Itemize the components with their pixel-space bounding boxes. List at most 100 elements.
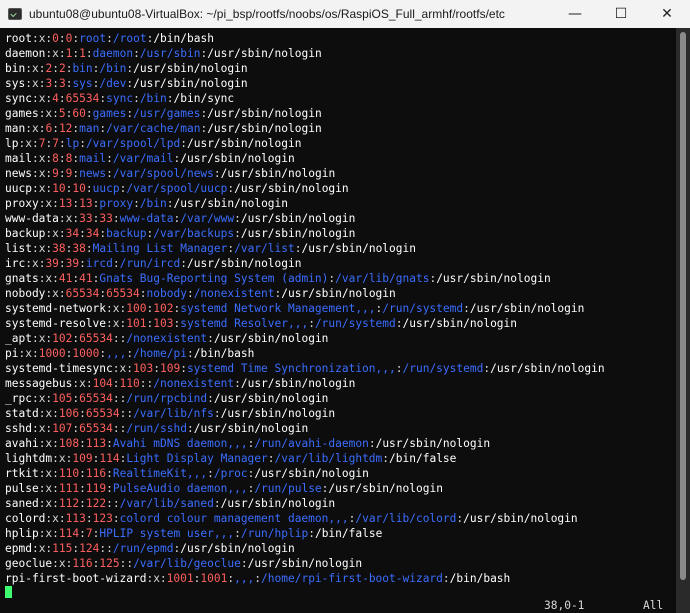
terminal-content[interactable]: root:x:0:0:root:/root:/bin/bash daemon:x:… — [0, 28, 676, 599]
uid-field: 106 — [58, 407, 80, 420]
shell-field: /bin/bash — [449, 572, 511, 585]
username-field: irc — [5, 257, 26, 270]
field-separator: : — [85, 182, 93, 195]
passwd-line: proxy:x:13:13:proxy:/bin:/usr/sbin/nolog… — [5, 196, 676, 211]
gid-field: 2 — [58, 62, 66, 75]
gecos-field: Avahi mDNS daemon,,, — [112, 437, 248, 450]
shell-field: /usr/sbin/nologin — [207, 122, 322, 135]
uid-field: 114 — [58, 527, 80, 540]
field-separator: :x: — [106, 317, 127, 330]
gid-field: 39 — [65, 257, 80, 270]
passwd-line: sshd:x:107:65534::/run/sshd:/usr/sbin/no… — [5, 421, 676, 436]
shell-field: /usr/sbin/nologin — [220, 407, 336, 420]
uid-field: 4 — [52, 92, 59, 105]
gid-field: 65534 — [106, 287, 140, 300]
field-separator: : — [133, 47, 140, 60]
shell-field: /usr/sbin/nologin — [234, 182, 349, 195]
passwd-line: list:x:38:38:Mailing List Manager:/var/l… — [5, 241, 676, 256]
field-separator: : — [395, 317, 403, 330]
shell-field: /usr/sbin/nologin — [133, 77, 248, 90]
shell-field: /usr/sbin/nologin — [402, 317, 518, 330]
shell-field: /usr/sbin/nologin — [133, 62, 248, 75]
gecos-field: PulseAudio daemon,,, — [112, 482, 248, 495]
gid-field: 113 — [85, 437, 107, 450]
gid-field: 124 — [79, 542, 100, 555]
shell-field: /usr/sbin/nologin — [180, 542, 295, 555]
field-separator: : — [112, 512, 120, 525]
username-field: systemd-network — [5, 302, 107, 315]
gid-field: 110 — [119, 377, 140, 390]
shell-field: /usr/sbin/nologin — [490, 362, 605, 375]
home-field: /var/lib/lightdm — [274, 452, 383, 465]
username-field: games — [5, 107, 39, 120]
home-field: /var/lib/geoclue — [133, 557, 241, 570]
passwd-line: news:x:9:9:news:/var/spool/news:/usr/sbi… — [5, 166, 676, 181]
field-separator: :x: — [38, 482, 59, 495]
home-field: /var/www — [180, 212, 235, 225]
gid-field: 13 — [79, 197, 93, 210]
uid-field: 41 — [58, 272, 73, 285]
field-separator: : — [186, 287, 194, 300]
field-separator: : — [112, 332, 120, 345]
shell-field: /usr/sbin/nologin — [213, 332, 329, 345]
uid-field: 13 — [58, 197, 73, 210]
gecos-field: systemd Network Management,,, — [180, 302, 376, 315]
username-field: gnats — [5, 272, 39, 285]
gid-field: 7 — [52, 137, 59, 150]
gecos-field: colord colour management daemon,,, — [119, 512, 349, 525]
shell-field: /usr/sbin/nologin — [220, 497, 336, 510]
shell-field: /bin/sync — [173, 92, 235, 105]
home-field: /bin — [99, 62, 127, 75]
close-button[interactable]: ✕ — [644, 0, 690, 28]
field-separator: :x: — [38, 107, 59, 120]
field-separator: :x: — [38, 407, 59, 420]
shell-field: /usr/sbin/nologin — [240, 212, 356, 225]
gecos-field: sys — [72, 77, 93, 90]
field-separator: : — [267, 452, 275, 465]
username-field: rpi-first-boot-wizard — [5, 572, 147, 585]
minimize-button[interactable]: — — [552, 0, 598, 28]
gecos-field: daemon — [92, 47, 134, 60]
home-field: /var/lib/gnats — [335, 272, 430, 285]
gid-field: 12 — [58, 122, 73, 135]
home-field: /root — [112, 32, 147, 45]
field-separator: : — [166, 92, 174, 105]
uid-field: 115 — [52, 542, 73, 555]
username-field: hplip — [5, 527, 39, 540]
gid-field: 102 — [153, 302, 174, 315]
passwd-line: lightdm:x:109:114:Light Display Manager:… — [5, 451, 676, 466]
field-separator: : — [463, 302, 470, 315]
shell-field: /usr/sbin/nologin — [469, 302, 585, 315]
home-field: /var/spool/news — [112, 167, 214, 180]
field-separator: : — [234, 227, 241, 240]
home-field: /dev — [99, 77, 127, 90]
passwd-line: www-data:x:33:33:www-data:/var/www:/usr/… — [5, 211, 676, 226]
field-separator: : — [368, 437, 376, 450]
field-separator: : — [106, 437, 113, 450]
title-bar[interactable]: ubuntu08@ubuntu08-VirtualBox: ~/pi_bsp/r… — [0, 0, 690, 29]
passwd-line: gnats:x:41:41:Gnats Bug-Reporting System… — [5, 271, 676, 286]
passwd-line: sync:x:4:65534:sync:/bin:/bin/sync — [5, 91, 676, 106]
home-field: /run/epmd — [112, 542, 174, 555]
field-separator: :x: — [106, 302, 127, 315]
vertical-scrollbar[interactable] — [676, 28, 690, 613]
scrollbar-thumb[interactable] — [680, 32, 686, 580]
username-field: root — [5, 32, 32, 45]
window-controls: — ☐ ✕ — [552, 0, 690, 28]
field-separator: :x: — [25, 122, 46, 135]
field-separator: : — [213, 407, 221, 420]
uid-field: 8 — [52, 152, 59, 165]
field-separator: :x: — [146, 572, 167, 585]
username-field: sshd — [5, 422, 32, 435]
home-field: /run/sshd — [126, 422, 187, 435]
shell-field: /bin/false — [389, 452, 457, 465]
home-field: /var/lib/nfs — [133, 407, 214, 420]
username-field: messagebus — [5, 377, 73, 390]
username-field: systemd-timesync — [5, 362, 113, 375]
field-separator: :x: — [38, 497, 59, 510]
maximize-button[interactable]: ☐ — [598, 0, 644, 28]
field-separator: : — [106, 497, 113, 510]
gecos-field: man — [79, 122, 100, 135]
home-field: /run/systemd — [402, 362, 484, 375]
gecos-field: ,,, — [106, 347, 127, 360]
